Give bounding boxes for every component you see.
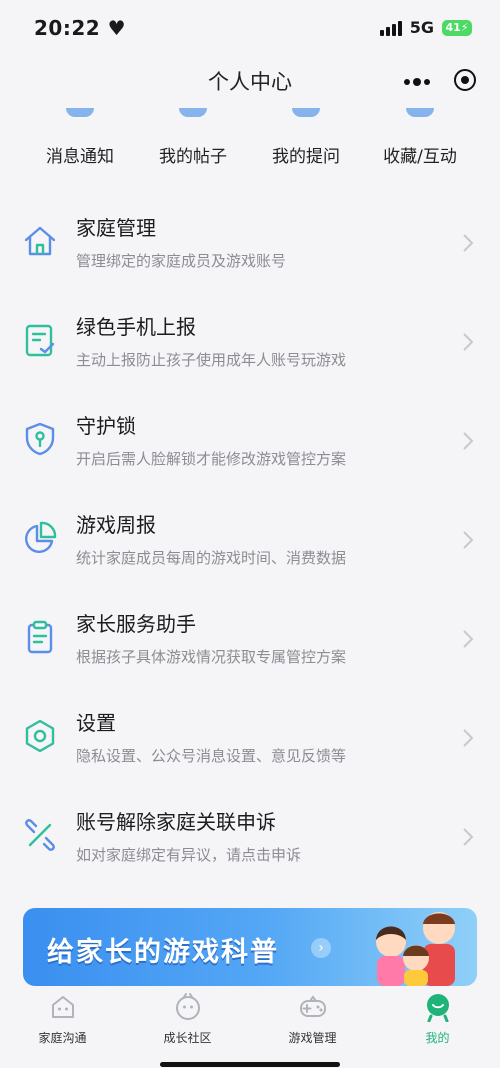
star-icon (406, 108, 434, 117)
chat-icon (51, 996, 74, 1018)
heart-icon: ♥ (107, 16, 127, 40)
post-icon (179, 108, 207, 117)
chevron-right-icon (463, 828, 474, 846)
tab-family-chat[interactable]: 家庭沟通 (0, 992, 125, 1046)
menu-item-guard-lock[interactable]: 守护锁 开启后需人脸解锁才能修改游戏管控方案 (0, 393, 500, 492)
status-bar: 20:22 ♥ 5G 41 ⚡ (0, 0, 500, 56)
shield-lock-icon (25, 422, 55, 456)
menu-item-family-management[interactable]: 家庭管理 管理绑定的家庭成员及游戏账号 (0, 195, 500, 294)
bell-icon (66, 108, 94, 117)
quick-action-label: 消息通知 (46, 147, 114, 167)
signal-icon (379, 20, 402, 36)
menu-item-subtitle: 隐私设置、公众号消息设置、意见反馈等 (76, 747, 347, 765)
quick-action-label: 我的帖子 (159, 147, 227, 167)
menu-item-title: 家长服务助手 (76, 612, 196, 636)
report-icon (25, 324, 55, 357)
home-icon (24, 226, 56, 256)
more-menu-button[interactable] (404, 78, 430, 86)
quick-actions: 消息通知 我的帖子 我的提问 收藏/互动 (0, 108, 500, 168)
quick-action-notifications[interactable]: 消息通知 (20, 108, 140, 167)
banner-text: 给家长的游戏科普 (47, 937, 279, 968)
menu-item-title: 绿色手机上报 (76, 315, 196, 339)
chevron-right-icon (463, 531, 474, 549)
battery-level: 41 (445, 21, 461, 34)
menu-item-title: 家庭管理 (76, 216, 156, 240)
gamepad-icon (299, 995, 326, 1017)
tab-bar: 家庭沟通 成长社区 游戏管理 我的 (0, 986, 500, 1068)
menu-item-parent-assistant[interactable]: 家长服务助手 根据孩子具体游戏情况获取专属管控方案 (0, 591, 500, 690)
menu-item-subtitle: 根据孩子具体游戏情况获取专属管控方案 (76, 648, 347, 666)
menu-item-subtitle: 管理绑定的家庭成员及游戏账号 (76, 252, 287, 270)
family-illustration (376, 912, 455, 986)
menu-item-title: 设置 (76, 711, 116, 735)
status-time: 20:22 ♥ (34, 16, 127, 40)
tab-game-management[interactable]: 游戏管理 (250, 992, 375, 1046)
game-education-banner[interactable]: 给家长的游戏科普 › (23, 908, 477, 986)
quick-action-favorites[interactable]: 收藏/互动 (360, 108, 480, 167)
battery-icon: 41 ⚡ (442, 19, 472, 36)
network-type: 5G (409, 18, 434, 37)
settings-icon (25, 719, 55, 753)
menu-item-subtitle: 开启后需人脸解锁才能修改游戏管控方案 (76, 450, 347, 468)
chevron-right-icon (463, 432, 474, 450)
menu-item-green-phone-report[interactable]: 绿色手机上报 主动上报防止孩子使用成年人账号玩游戏 (0, 294, 500, 393)
menu-item-unlink-appeal[interactable]: 账号解除家庭关联申诉 如对家庭绑定有异议，请点击申诉 (0, 789, 500, 888)
menu-item-title: 账号解除家庭关联申诉 (76, 810, 276, 834)
menu-item-subtitle: 主动上报防止孩子使用成年人账号玩游戏 (76, 351, 347, 369)
tab-my-profile[interactable]: 我的 (375, 992, 500, 1046)
status-indicators: 5G 41 ⚡ (379, 18, 472, 37)
nav-bar: 个人中心 (0, 56, 500, 106)
quick-action-label: 收藏/互动 (383, 147, 457, 167)
community-icon (175, 993, 200, 1020)
tab-growth-community[interactable]: 成长社区 (125, 992, 250, 1046)
tab-label: 游戏管理 (288, 1031, 337, 1045)
arrow-right-icon: › (311, 938, 331, 958)
home-indicator (160, 1062, 340, 1067)
chevron-right-icon (463, 630, 474, 648)
unlink-icon (25, 819, 55, 851)
profile-icon (426, 994, 449, 1023)
quick-action-label: 我的提问 (272, 147, 340, 167)
question-icon (292, 108, 320, 117)
chevron-right-icon (463, 729, 474, 747)
menu-item-title: 守护锁 (76, 414, 136, 438)
menu-item-subtitle: 统计家庭成员每周的游戏时间、消费数据 (76, 549, 347, 567)
close-miniprogram-button[interactable] (454, 69, 476, 91)
quick-action-posts[interactable]: 我的帖子 (133, 108, 253, 167)
quick-action-questions[interactable]: 我的提问 (246, 108, 366, 167)
tab-label: 家庭沟通 (38, 1031, 87, 1045)
tab-label: 我的 (425, 1031, 450, 1045)
menu-item-weekly-report[interactable]: 游戏周报 统计家庭成员每周的游戏时间、消费数据 (0, 492, 500, 591)
tab-label: 成长社区 (163, 1031, 212, 1045)
clipboard-icon (27, 620, 53, 654)
menu-item-settings[interactable]: 设置 隐私设置、公众号消息设置、意见反馈等 (0, 690, 500, 789)
menu-item-subtitle: 如对家庭绑定有异议，请点击申诉 (76, 846, 302, 864)
menu-item-title: 游戏周报 (76, 513, 156, 537)
chevron-right-icon (463, 234, 474, 252)
chevron-right-icon (463, 333, 474, 351)
pie-chart-icon (24, 521, 57, 554)
